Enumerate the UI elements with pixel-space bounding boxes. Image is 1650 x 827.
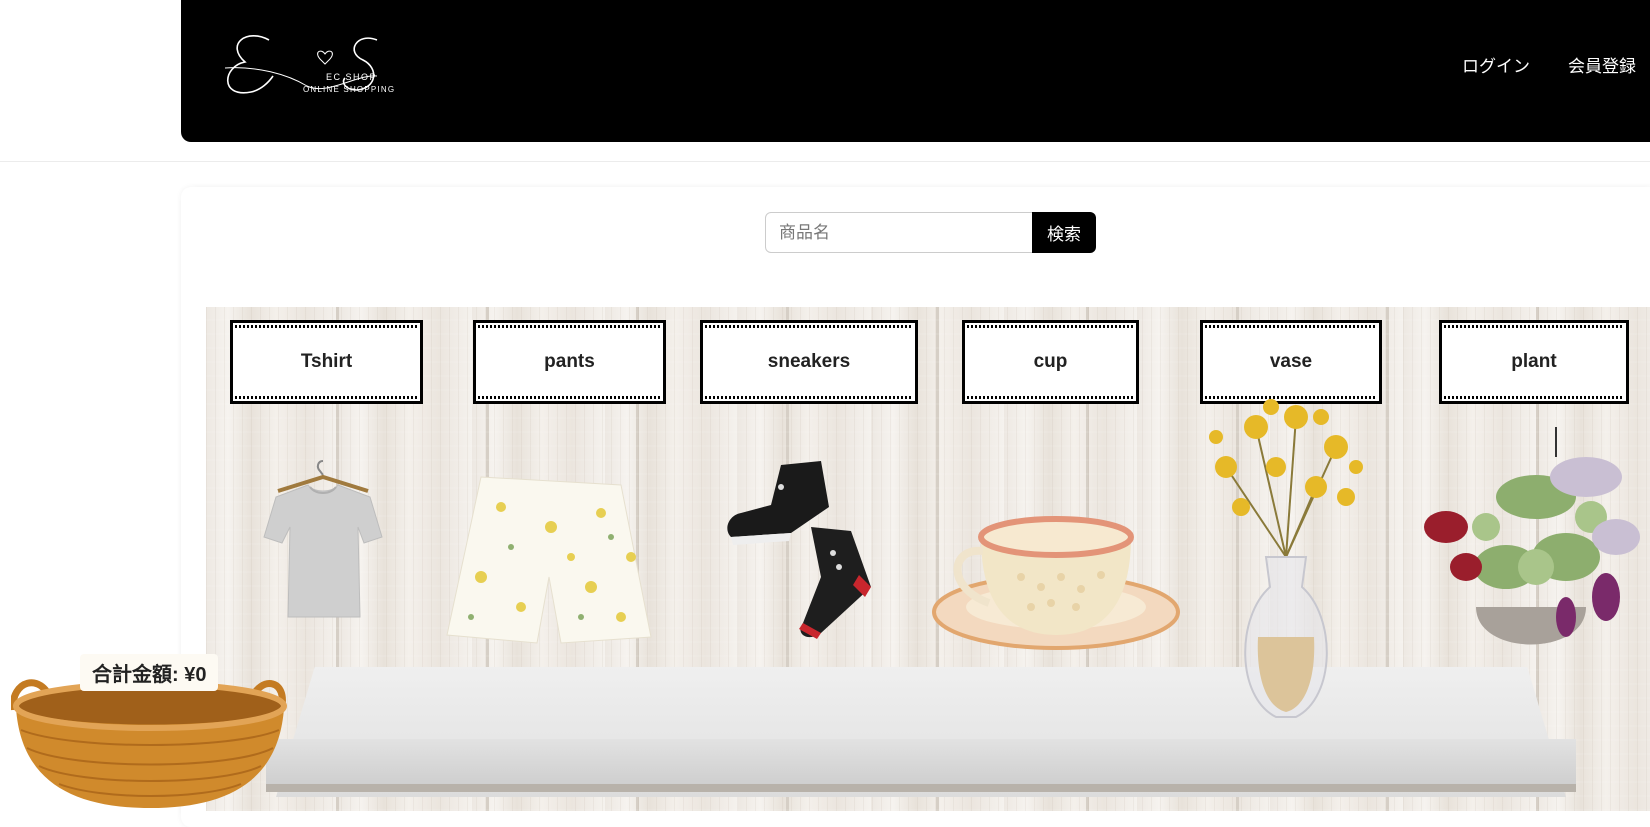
plant-icon[interactable] — [1416, 417, 1646, 671]
category-label: plant — [1511, 351, 1557, 372]
product-shelf: Tshirt pants sneakers cup vase plant — [206, 307, 1650, 811]
cart-total: 合計金額: ¥0 — [80, 654, 219, 691]
display-table-edge — [266, 739, 1576, 784]
category-tag-cup[interactable]: cup — [962, 320, 1139, 404]
shop-logo[interactable]: EC SHOP ONLINE SHOPPING — [217, 26, 397, 106]
logo-text-top: EC SHOP — [326, 72, 378, 82]
logo-script-icon — [224, 35, 378, 94]
search-button[interactable]: 検索 — [1032, 212, 1096, 253]
category-label: pants — [544, 351, 595, 372]
sneakers-icon[interactable] — [721, 457, 881, 651]
logo-text-bottom: ONLINE SHOPPING — [303, 85, 396, 94]
search-input[interactable] — [765, 212, 1033, 253]
category-tag-tshirt[interactable]: Tshirt — [230, 320, 423, 404]
display-table-shadow — [266, 784, 1576, 792]
register-link[interactable]: 会員登録 — [1568, 52, 1636, 77]
tshirt-icon[interactable] — [258, 457, 388, 631]
category-tag-sneakers[interactable]: sneakers — [700, 320, 918, 404]
header-divider — [0, 161, 1650, 162]
login-link[interactable]: ログイン — [1462, 52, 1530, 77]
category-label: cup — [1033, 351, 1068, 372]
site-header: EC SHOP ONLINE SHOPPING ログイン 会員登録 — [181, 0, 1650, 142]
category-tag-plant[interactable]: plant — [1439, 320, 1629, 404]
basket-icon[interactable] — [9, 670, 289, 811]
vase-icon[interactable] — [1196, 387, 1376, 731]
category-label: Tshirt — [300, 351, 353, 372]
cup-icon[interactable] — [931, 507, 1181, 661]
category-label: sneakers — [767, 351, 851, 372]
pants-icon[interactable] — [441, 467, 661, 651]
category-tag-pants[interactable]: pants — [473, 320, 666, 404]
category-label: vase — [1269, 351, 1313, 372]
